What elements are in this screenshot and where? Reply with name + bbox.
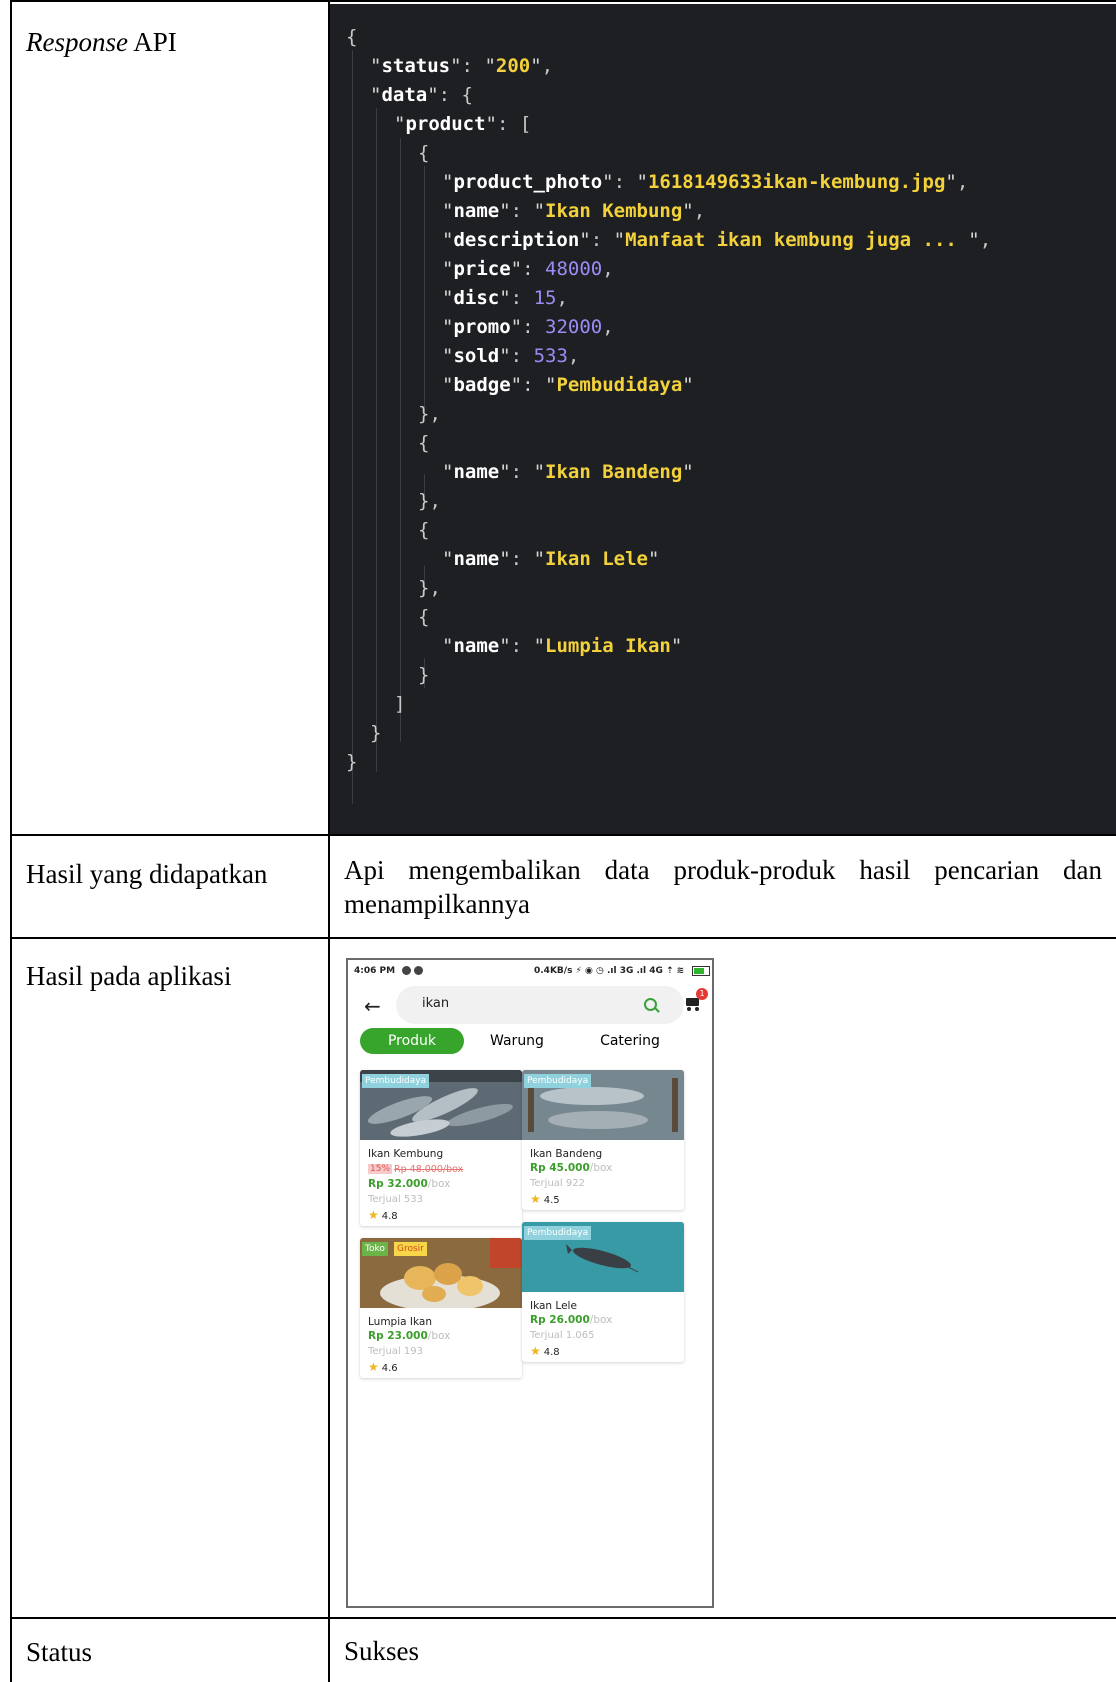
star-icon: ★ [368,1208,379,1222]
table-border-top [10,0,1116,2]
star-icon: ★ [368,1360,379,1374]
row-label-status: Status [26,1637,93,1667]
tab-produk[interactable]: Produk [360,1028,464,1054]
original-price: Rp 48.000/box [394,1164,464,1175]
rating: ★ 4.8 [530,1344,560,1358]
product-name: Ikan Bandeng [530,1148,603,1160]
notification-icon [402,966,411,975]
row-divider-3 [10,1617,1116,1619]
sold-count: Terjual 533 [368,1194,423,1205]
row-divider-2 [10,937,1116,939]
product-card[interactable]: Toko Grosir Lumpia Ikan Rp 23.000/box Te… [360,1238,522,1378]
product-price: Rp 45.000/box [530,1162,613,1174]
seller-tag: Pembudidaya [524,1074,592,1088]
product-card[interactable]: Pembudidaya Ikan Kembung 15% Rp 48.000/b… [360,1070,522,1226]
product-name: Lumpia Ikan [368,1316,432,1328]
row-value-result: Api mengembalikan data produk-produk has… [344,855,1102,919]
product-name: Ikan Kembung [368,1148,444,1160]
sold-count: Terjual 193 [368,1346,423,1357]
row-value-status: Sukses [344,1636,420,1666]
product-price: Rp 32.000/box [368,1178,451,1190]
sold-count: Terjual 1.065 [530,1330,595,1341]
discount-badge: 15% [368,1164,393,1174]
tab-warung[interactable]: Warung [472,1028,562,1054]
notification-icon [414,966,423,975]
row-label-response-api: Response API [26,27,177,57]
product-card[interactable]: Pembudidaya Ikan Lele Rp 26.000/box Terj… [522,1222,684,1362]
cart-count-badge: 1 [696,988,708,1000]
json-response-code-block: { "status": "200", "data": { "product": … [330,4,1116,834]
battery-icon [692,966,710,976]
product-card[interactable]: Pembudidaya Ikan Bandeng Rp 45.000/box T… [522,1070,684,1210]
search-input[interactable]: ikan [396,986,684,1024]
table-border-left [10,0,12,1682]
seller-tag: Pembudidaya [362,1074,430,1088]
status-indicators: 0.4KB/s ⚡ ◉ ◷ .ıl 3G .ıl 4G ⇡ ≋ [534,966,685,976]
status-bar: 4:06 PM 0.4KB/s ⚡ ◉ ◷ .ıl 3G .ıl 4G ⇡ ≋ [348,960,712,982]
row-label-result: Hasil yang didapatkan [26,859,268,889]
search-icon[interactable] [644,998,657,1011]
seller-tag: Pembudidaya [524,1226,592,1240]
product-price: Rp 23.000/box [368,1330,451,1342]
wholesale-tag: Grosir [394,1242,427,1256]
tab-catering[interactable]: Catering [578,1028,682,1054]
row-label-app-result: Hasil pada aplikasi [26,961,232,991]
rating: ★ 4.6 [368,1360,398,1374]
status-time: 4:06 PM [354,966,396,976]
rating: ★ 4.5 [530,1192,560,1206]
back-arrow-icon[interactable]: ← [364,994,381,1018]
row-divider-1 [10,834,1116,836]
star-icon: ★ [530,1192,541,1206]
product-price: Rp 26.000/box [530,1314,613,1326]
rating: ★ 4.8 [368,1208,398,1222]
product-name: Ikan Lele [530,1300,577,1312]
store-tag: Toko [362,1242,388,1256]
app-screenshot: 4:06 PM 0.4KB/s ⚡ ◉ ◷ .ıl 3G .ıl 4G ⇡ ≋ … [346,958,714,1608]
sold-count: Terjual 922 [530,1178,585,1189]
star-icon: ★ [530,1344,541,1358]
